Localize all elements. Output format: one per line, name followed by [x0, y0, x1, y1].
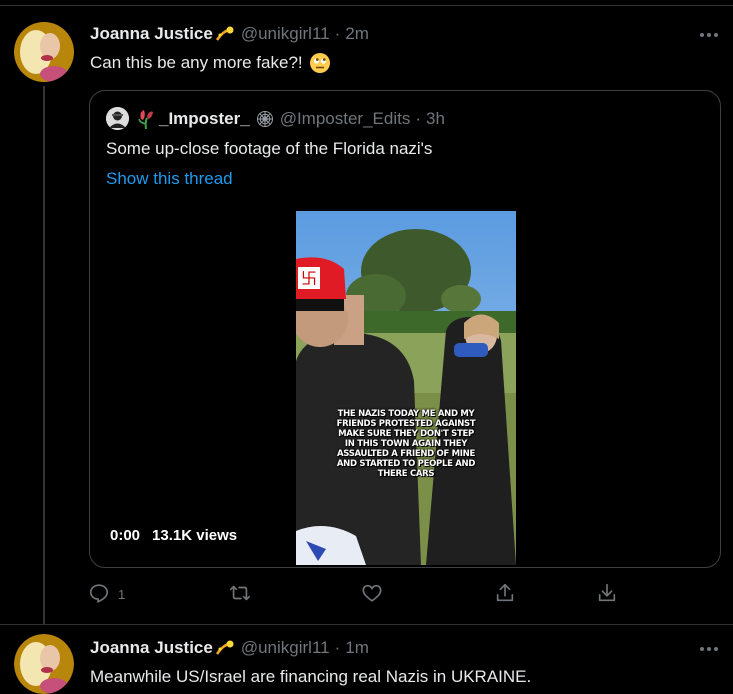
wilted-flower-icon	[137, 108, 155, 130]
avatar[interactable]	[14, 22, 74, 82]
spider-web-icon	[256, 110, 274, 128]
tweet-header: Joanna Justice @unikgirl11 · 2m	[90, 23, 369, 45]
quoted-tweet-text: Some up-close footage of the Florida naz…	[106, 139, 433, 158]
tweet-text-content: Can this be any more fake?!	[90, 53, 303, 72]
more-icon[interactable]	[696, 24, 722, 46]
like-icon	[361, 582, 383, 607]
show-thread-link[interactable]: Show this thread	[106, 169, 233, 189]
dizzy-star-icon	[215, 639, 235, 657]
share-button[interactable]	[494, 582, 516, 606]
video-player[interactable]: 卐 THE NAZIS TODAY ME AND MY FRIENDS PROT…	[296, 211, 516, 565]
handle[interactable]: @unikgirl11	[241, 638, 330, 658]
video-timestamp: 0:00	[110, 527, 141, 544]
video-views: 13.1K views	[152, 527, 238, 544]
quoted-handle[interactable]: @Imposter_Edits	[280, 109, 411, 129]
thread-connector-line	[43, 86, 45, 624]
tweet-divider	[0, 624, 733, 625]
tweet-text: Can this be any more fake?!	[90, 51, 331, 75]
timestamp[interactable]: 2m	[345, 24, 369, 44]
quoted-tweet-card[interactable]: _Imposter_ @Imposter_Edits · 3h Some up-…	[89, 90, 721, 568]
video-meta: 0:00 13.1K views	[110, 527, 237, 544]
tweet-text: Meanwhile US/Israel are financing real N…	[90, 667, 532, 686]
display-name[interactable]: Joanna Justice	[90, 24, 213, 44]
svg-text:卐: 卐	[301, 269, 317, 288]
retweet-icon	[229, 582, 251, 607]
quoted-timestamp[interactable]: 3h	[426, 109, 445, 129]
retweet-button[interactable]	[229, 582, 251, 606]
dizzy-star-icon	[215, 25, 235, 43]
separator-dot: ·	[334, 638, 341, 657]
handle[interactable]: @unikgirl11	[241, 24, 330, 44]
download-icon	[596, 582, 618, 607]
timestamp[interactable]: 1m	[345, 638, 369, 658]
reply-count: 1	[118, 586, 126, 602]
like-button[interactable]	[361, 582, 383, 606]
avatar[interactable]	[14, 634, 74, 694]
download-button[interactable]	[596, 582, 618, 606]
more-icon[interactable]	[696, 638, 722, 660]
separator-dot: ·	[334, 24, 341, 43]
reply-button[interactable]: 1	[88, 582, 125, 606]
tweet-header: Joanna Justice @unikgirl11 · 1m	[90, 637, 369, 659]
eye-roll-emoji-icon	[309, 52, 331, 74]
display-name[interactable]: Joanna Justice	[90, 638, 213, 658]
reply-icon	[88, 582, 110, 607]
quoted-tweet-header: _Imposter_ @Imposter_Edits · 3h	[137, 107, 445, 131]
quoted-display-name[interactable]: _Imposter_	[159, 109, 250, 129]
quoted-avatar[interactable]	[106, 107, 129, 130]
top-divider	[0, 0, 733, 6]
share-icon	[494, 582, 516, 607]
video-caption-overlay: THE NAZIS TODAY ME AND MY FRIENDS PROTES…	[336, 409, 476, 479]
separator-dot: ·	[415, 109, 422, 128]
